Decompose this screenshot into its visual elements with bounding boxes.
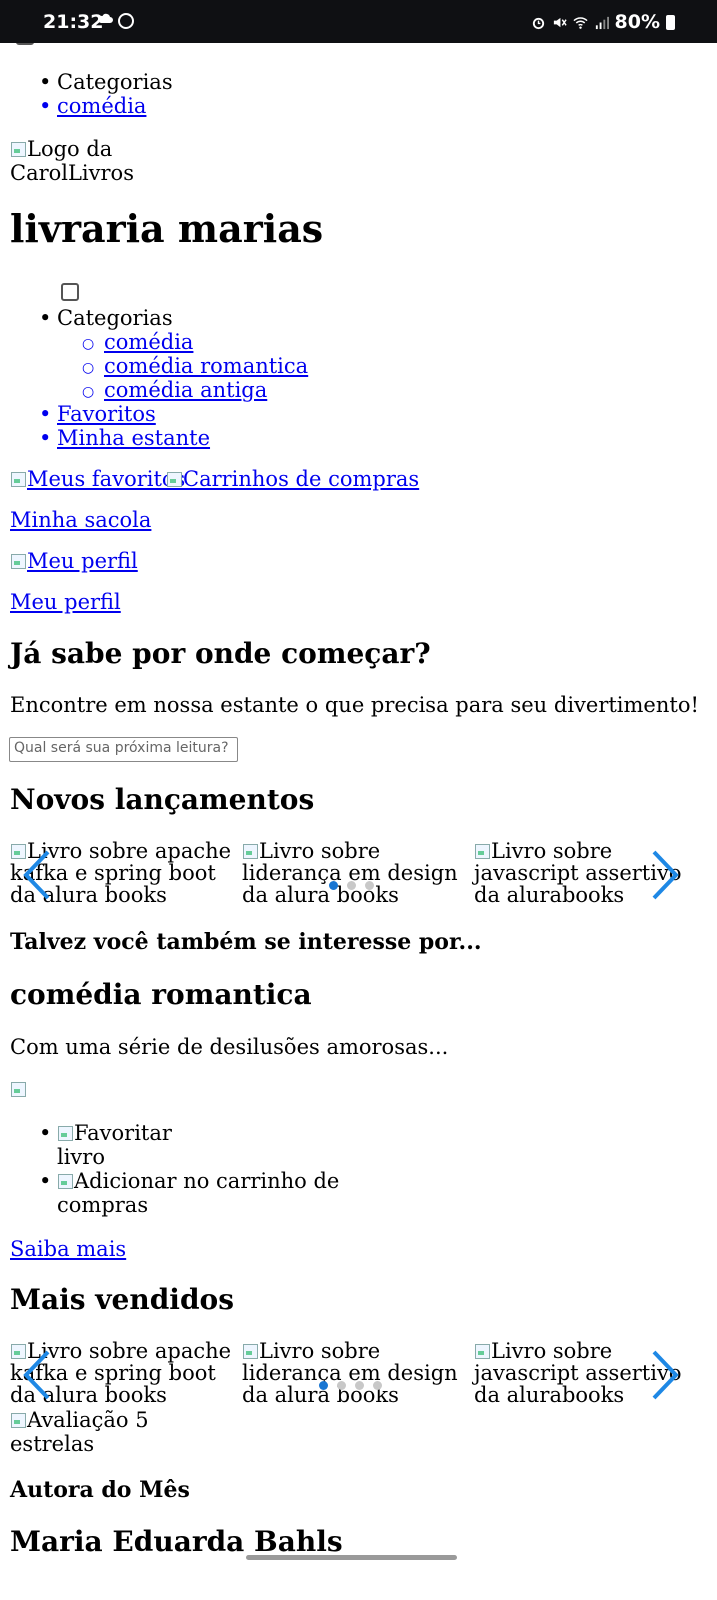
profile-image-link[interactable]: Meu perfil — [10, 549, 138, 573]
book-image-icon — [474, 843, 490, 859]
rating-alt-text: Avaliação 5 estrelas — [10, 1408, 149, 1456]
nav-sub-comedia-antiga[interactable]: comédia antiga — [82, 378, 267, 402]
chevron-right-icon — [652, 1350, 679, 1400]
heart-icon — [57, 1125, 73, 1141]
carousel-pagination — [319, 1381, 382, 1390]
nav-categories: Categorias — [39, 306, 173, 330]
author-name: Maria Eduarda Bahls — [10, 1525, 343, 1558]
carousel-prev-button[interactable] — [22, 849, 52, 901]
top-menu-categories: Categorias — [39, 70, 173, 94]
pagination-dot[interactable] — [355, 1381, 364, 1390]
profile-link[interactable]: Meu perfil — [10, 590, 121, 614]
alarm-icon — [532, 17, 544, 29]
cart-icon — [166, 471, 182, 487]
pagination-dot[interactable] — [329, 881, 338, 890]
status-bar: 21:32 80% — [0, 0, 717, 43]
cart-icon — [57, 1173, 73, 1189]
saiba-mais-link[interactable]: Saiba mais — [10, 1237, 126, 1261]
nav-sub-comedia-romantica[interactable]: comédia romantica — [82, 354, 308, 378]
new-releases-heading: Novos lançamentos — [10, 783, 315, 816]
status-time: 21:32 — [43, 11, 104, 33]
add-to-cart-button[interactable]: Adicionar no carrinho de compras — [39, 1169, 347, 1217]
status-right: 80% — [531, 11, 675, 33]
carousel-next-button[interactable] — [650, 1349, 680, 1401]
brand-title: livraria marias — [10, 206, 324, 251]
logo-image: Logo da CarolLivros — [10, 137, 140, 185]
menu-toggle-checkbox[interactable] — [61, 283, 79, 301]
pagination-dot[interactable] — [365, 881, 374, 890]
suggestion-text: Com uma série de desilusões amorosas... — [10, 1035, 449, 1059]
carousel-pagination — [329, 881, 374, 890]
new-release-slide[interactable]: Livro sobre liderança em design da alura… — [242, 840, 464, 906]
pagination-dot[interactable] — [373, 1381, 382, 1390]
best-seller-slide[interactable]: Livro sobre liderança em design da alura… — [242, 1340, 464, 1406]
whatsapp-icon — [118, 13, 134, 29]
pagination-dot[interactable] — [319, 1381, 328, 1390]
chevron-right-icon — [652, 850, 679, 900]
chevron-left-icon — [23, 1350, 50, 1400]
book-image-icon — [242, 1343, 258, 1359]
wifi-icon — [572, 16, 588, 29]
signal-icon — [595, 16, 609, 29]
nav-sub-comedia[interactable]: comédia — [82, 330, 194, 354]
search-input[interactable]: Qual será sua próxima leitura? — [9, 737, 238, 762]
favorite-book-button[interactable]: Favoritar livro — [39, 1121, 217, 1169]
book-cover-image — [10, 1081, 26, 1097]
book-image-icon — [474, 1343, 490, 1359]
hero-text: Encontre em nossa estante o que precisa … — [10, 693, 699, 717]
pagination-dot[interactable] — [337, 1381, 346, 1390]
top-menu-link-comedia[interactable]: comédia — [39, 94, 147, 118]
best-sellers-heading: Mais vendidos — [10, 1283, 234, 1316]
heart-icon — [10, 471, 26, 487]
nav-minha-estante[interactable]: Minha estante — [39, 426, 210, 450]
gesture-home-bar[interactable] — [246, 1555, 457, 1560]
cart-link[interactable]: Carrinhos de compras — [166, 467, 419, 491]
profile-alt-text: Meu perfil — [27, 549, 138, 573]
suggestion-heading: Talvez você também se interesse por... — [10, 929, 482, 955]
pagination-dot[interactable] — [347, 881, 356, 890]
star-rating-icon — [10, 1412, 26, 1428]
battery-percent: 80% — [614, 11, 660, 33]
broken-image-icon — [10, 141, 26, 157]
web-page: Categorias comédia Logo da CarolLivros l… — [0, 43, 717, 1600]
mute-icon — [553, 17, 567, 27]
suggestion-title: comédia romantica — [10, 978, 312, 1011]
bag-link[interactable]: Minha sacola — [10, 508, 151, 532]
slide-caption: Livro sobre liderança em design da alura… — [242, 839, 458, 907]
add-to-cart-alt-text: Adicionar no carrinho de compras — [57, 1169, 340, 1217]
profile-icon — [10, 553, 26, 569]
menu-toggle-checkbox-top[interactable] — [16, 43, 34, 45]
carousel-next-button[interactable] — [650, 849, 680, 901]
chevron-left-icon — [23, 850, 50, 900]
hero-heading: Já sabe por onde começar? — [10, 637, 431, 670]
cloud-icon — [98, 13, 113, 23]
battery-icon — [666, 14, 675, 30]
favorites-alt-text: Meus favoritos — [27, 467, 186, 491]
favorites-link[interactable]: Meus favoritos — [10, 467, 185, 491]
nav-favoritos[interactable]: Favoritos — [39, 402, 156, 426]
slide-caption: Livro sobre liderança em design da alura… — [242, 1339, 458, 1407]
logo-alt-text: Logo da CarolLivros — [10, 137, 134, 185]
cart-alt-text: Carrinhos de compras — [183, 467, 420, 491]
carousel-prev-button[interactable] — [22, 1349, 52, 1401]
favorite-alt-text: Favoritar livro — [57, 1121, 172, 1169]
book-image-icon — [242, 843, 258, 859]
rating-image: Avaliação 5 estrelas — [10, 1408, 150, 1456]
author-month-heading: Autora do Mês — [10, 1477, 190, 1503]
